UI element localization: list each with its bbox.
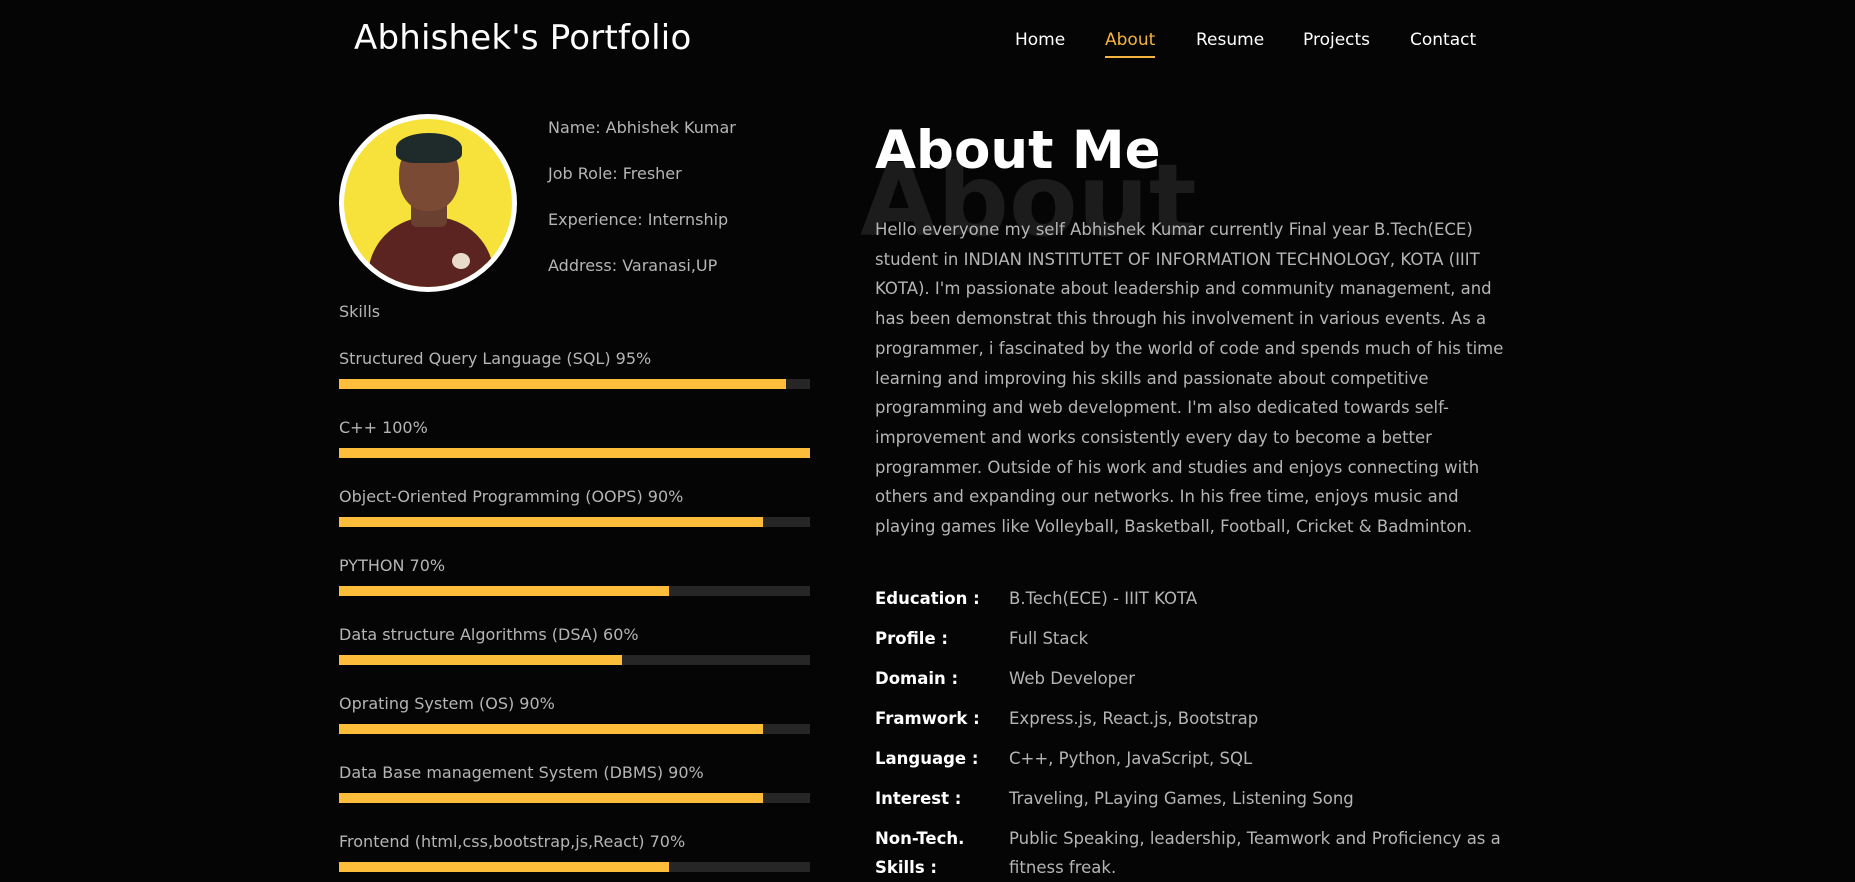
- detail-row-interest: Interest : Traveling, PLaying Games, Lis…: [875, 784, 1525, 824]
- profile-experience: Experience: Internship: [548, 210, 729, 229]
- skill-progress-track: [339, 655, 810, 665]
- detail-value: Web Developer: [1009, 669, 1136, 688]
- skill-progress-fill: [339, 655, 622, 665]
- details-list: Education : B.Tech(ECE) - IIIT KOTA Prof…: [875, 584, 1525, 877]
- profile-address: Address: Varanasi,UP: [548, 256, 718, 275]
- profile-avatar: [339, 114, 517, 292]
- skill-item: Structured Query Language (SQL) 95%: [339, 349, 810, 389]
- profile-name: Name: Abhishek Kumar: [548, 118, 736, 137]
- detail-row-domain: Domain : Web Developer: [875, 664, 1525, 704]
- skill-label: Oprating System (OS) 90%: [339, 694, 555, 713]
- detail-value: Express.js, React.js, Bootstrap: [1009, 709, 1259, 728]
- detail-value: Public Speaking, leadership, Teamwork an…: [1009, 829, 1501, 877]
- detail-row-non-tech-skills: Non-Tech. Skills : Public Speaking, lead…: [875, 824, 1525, 877]
- skill-label: Frontend (html,css,bootstrap,js,React) 7…: [339, 832, 686, 851]
- skill-progress-track: [339, 724, 810, 734]
- about-title: About Me: [875, 120, 1161, 181]
- detail-key: Framwork :: [875, 709, 980, 728]
- skill-item: Oprating System (OS) 90%: [339, 694, 810, 734]
- skill-label: PYTHON 70%: [339, 556, 446, 575]
- detail-key: Domain :: [875, 669, 959, 688]
- skills-heading: Skills: [339, 302, 381, 321]
- skill-progress-fill: [339, 862, 669, 872]
- skill-item: Data Base management System (DBMS) 90%: [339, 763, 810, 803]
- nav-home[interactable]: Home: [1015, 30, 1065, 56]
- skill-progress-track: [339, 517, 810, 527]
- skill-progress-track: [339, 379, 810, 389]
- detail-value: Traveling, PLaying Games, Listening Song: [1009, 789, 1354, 808]
- detail-row-education: Education : B.Tech(ECE) - IIIT KOTA: [875, 584, 1525, 624]
- detail-key: Language :: [875, 749, 979, 768]
- skill-progress-fill: [339, 379, 787, 389]
- skill-item: C++ 100%: [339, 418, 810, 458]
- detail-row-profile: Profile : Full Stack: [875, 624, 1525, 664]
- skill-progress-fill: [339, 586, 669, 596]
- skill-progress-track: [339, 793, 810, 803]
- nav-about[interactable]: About: [1105, 30, 1156, 58]
- skill-label: Object-Oriented Programming (OOPS) 90%: [339, 487, 684, 506]
- skill-item: Object-Oriented Programming (OOPS) 90%: [339, 487, 810, 527]
- detail-value: B.Tech(ECE) - IIIT KOTA: [1009, 589, 1198, 608]
- nav-projects[interactable]: Projects: [1303, 30, 1370, 56]
- skill-progress-fill: [339, 517, 763, 527]
- detail-value: Full Stack: [1009, 629, 1089, 648]
- profile-role: Job Role: Fresher: [548, 164, 682, 183]
- skill-label: Structured Query Language (SQL) 95%: [339, 349, 652, 368]
- nav-resume[interactable]: Resume: [1196, 30, 1264, 56]
- detail-row-framework: Framwork : Express.js, React.js, Bootstr…: [875, 704, 1525, 744]
- skill-progress-fill: [339, 793, 763, 803]
- detail-key: Profile :: [875, 629, 948, 648]
- detail-key: Interest :: [875, 789, 962, 808]
- about-description: Hello everyone my self Abhishek Kumar cu…: [875, 220, 1504, 537]
- skill-label: C++ 100%: [339, 418, 428, 437]
- detail-key: Education :: [875, 589, 980, 608]
- detail-value: C++, Python, JavaScript, SQL: [1009, 749, 1253, 768]
- skill-progress-fill: [339, 724, 763, 734]
- profile-info: Name: Abhishek Kumar Job Role: Fresher E…: [548, 118, 736, 302]
- skill-progress-track: [339, 586, 810, 596]
- site-brand[interactable]: Abhishek's Portfolio: [354, 18, 691, 58]
- skill-item: Frontend (html,css,bootstrap,js,React) 7…: [339, 832, 810, 872]
- skill-label: Data Base management System (DBMS) 90%: [339, 763, 704, 782]
- skill-progress-track: [339, 862, 810, 872]
- nav-contact[interactable]: Contact: [1410, 30, 1476, 56]
- skill-progress-track: [339, 448, 810, 458]
- skill-item: Data structure Algorithms (DSA) 60%: [339, 625, 810, 665]
- detail-key: Non-Tech. Skills :: [875, 829, 965, 877]
- skill-progress-fill: [339, 448, 810, 458]
- detail-row-language: Language : C++, Python, JavaScript, SQL: [875, 744, 1525, 784]
- skill-label: Data structure Algorithms (DSA) 60%: [339, 625, 639, 644]
- skill-item: PYTHON 70%: [339, 556, 810, 596]
